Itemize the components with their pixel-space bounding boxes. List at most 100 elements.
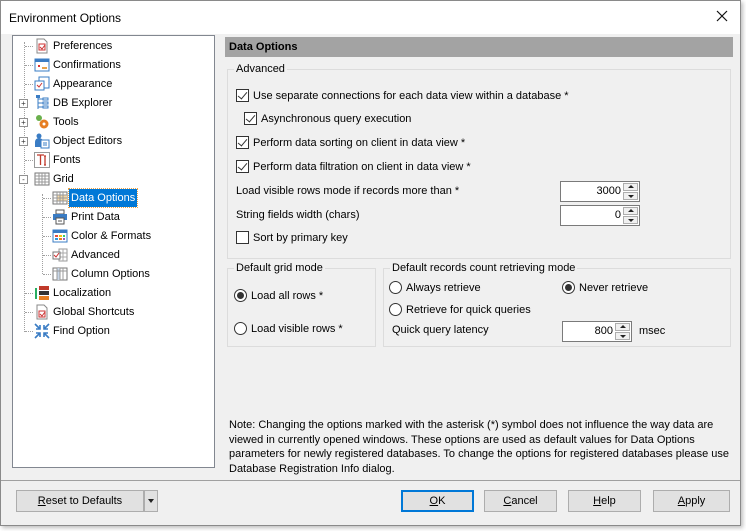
tree-item-label: Localization <box>53 287 112 299</box>
color-formats-icon <box>52 229 68 243</box>
tree-item-db-explorer[interactable]: + DB Explorer <box>13 94 213 112</box>
radio[interactable] <box>562 281 575 294</box>
tree-item-preferences[interactable]: Preferences <box>13 37 213 55</box>
tree-item-label: Data Options <box>67 188 139 208</box>
spinner-value[interactable]: 0 <box>615 206 621 225</box>
tree-item-advanced[interactable]: Advanced <box>13 246 213 264</box>
environment-options-dialog: Environment Options Preferences Confirma… <box>0 0 741 526</box>
tree-item-label: Find Option <box>53 325 110 337</box>
tree-item-confirmations[interactable]: Confirmations <box>13 56 213 74</box>
visible-rows-threshold-label: Load visible rows mode if records more t… <box>236 185 460 197</box>
tree-item-fonts[interactable]: Fonts <box>13 151 213 169</box>
checkbox-label: Perform data sorting on client in data v… <box>253 137 466 149</box>
help-button[interactable]: Help <box>568 490 641 512</box>
spin-up-button[interactable] <box>623 207 638 215</box>
localization-icon <box>35 286 49 300</box>
expand-toggle[interactable]: + <box>19 118 28 127</box>
radio[interactable] <box>389 303 402 316</box>
title-bar: Environment Options <box>1 1 740 34</box>
object-editors-icon <box>35 133 50 149</box>
checkbox-label: Use separate connections for each data v… <box>253 90 569 102</box>
checkbox-label: Asynchronous query execution <box>261 113 412 125</box>
collapse-toggle[interactable]: - <box>19 175 28 184</box>
tree-item-label: Object Editors <box>53 135 123 147</box>
tree-item-global-shortcuts[interactable]: Global Shortcuts <box>13 303 213 321</box>
spinner-value[interactable]: 800 <box>595 322 613 341</box>
global-shortcuts-icon <box>36 304 48 320</box>
tree-item-label: Confirmations <box>53 59 121 71</box>
confirmations-icon <box>34 58 50 72</box>
grid-icon <box>34 172 50 186</box>
string-width-spinner[interactable]: 0 <box>560 205 640 226</box>
radio[interactable] <box>389 281 402 294</box>
string-width-label: String fields width (chars) <box>236 209 360 221</box>
checkbox[interactable] <box>236 136 249 149</box>
quick-query-latency-label: Quick query latency <box>392 324 489 336</box>
preferences-icon <box>36 38 48 54</box>
radio[interactable] <box>234 322 247 335</box>
button-label: ancel <box>511 495 538 507</box>
page-header: Data Options <box>225 37 733 57</box>
footer-divider <box>1 480 740 481</box>
ok-button[interactable]: OK <box>401 490 474 512</box>
reset-dropdown-button[interactable] <box>144 490 158 512</box>
button-label: K <box>438 495 446 507</box>
spin-down-button[interactable] <box>623 192 638 200</box>
checkbox-label: Sort by primary key <box>253 232 348 244</box>
close-icon <box>716 10 728 22</box>
tree-item-appearance[interactable]: Appearance <box>13 75 213 93</box>
visible-rows-threshold-spinner[interactable]: 3000 <box>560 181 640 202</box>
latency-unit-label: msec <box>639 325 666 337</box>
tree-item-grid[interactable]: - Grid <box>13 170 213 188</box>
options-tree[interactable]: Preferences Confirmations Appearance + D… <box>12 35 215 468</box>
tree-item-column-options[interactable]: Column Options <box>13 265 213 283</box>
tree-item-label: Grid <box>53 173 74 185</box>
radio[interactable] <box>234 289 247 302</box>
appearance-icon <box>34 76 50 91</box>
find-option-icon <box>34 323 50 339</box>
checkbox[interactable] <box>244 112 257 125</box>
radio-label: Retrieve for quick queries <box>406 304 531 316</box>
radio-label: Load all rows * <box>251 290 324 302</box>
apply-button[interactable]: Apply <box>653 490 730 512</box>
reset-to-defaults-button[interactable]: Reset to Defaults <box>16 490 144 512</box>
window-title: Environment Options <box>9 11 122 25</box>
cancel-button[interactable]: Cancel <box>484 490 557 512</box>
close-button[interactable] <box>710 6 734 28</box>
tree-item-color-formats[interactable]: Color & Formats <box>13 227 213 245</box>
group-legend: Default grid mode <box>236 262 323 274</box>
expand-toggle[interactable]: + <box>19 137 28 146</box>
tree-item-print-data[interactable]: Print Data <box>13 208 213 226</box>
checkbox[interactable] <box>236 231 249 244</box>
accelerator: H <box>593 495 602 507</box>
spin-up-button[interactable] <box>615 323 630 331</box>
radio-label: Always retrieve <box>406 282 481 294</box>
tree-item-label: Advanced <box>71 249 120 261</box>
tree-item-object-editors[interactable]: + Object Editors <box>13 132 213 150</box>
tree-item-localization[interactable]: Localization <box>13 284 213 302</box>
tree-item-label: Appearance <box>53 78 113 90</box>
checkbox[interactable] <box>236 89 249 102</box>
expand-toggle[interactable]: + <box>19 99 28 108</box>
accelerator: R <box>37 495 46 507</box>
db-explorer-icon <box>36 95 49 109</box>
fonts-icon <box>34 152 50 168</box>
quick-query-latency-spinner[interactable]: 800 <box>562 321 632 342</box>
group-legend: Default records count retrieving mode <box>392 262 576 274</box>
tree-item-label: Global Shortcuts <box>53 306 135 318</box>
accelerator: O <box>429 495 439 507</box>
tree-item-find-option[interactable]: Find Option <box>13 322 213 340</box>
checkbox[interactable] <box>236 160 249 173</box>
spin-up-button[interactable] <box>623 183 638 191</box>
spinner-value[interactable]: 3000 <box>597 182 621 201</box>
tree-item-tools[interactable]: + Tools <box>13 113 213 131</box>
button-label: eset to Defaults <box>45 495 123 507</box>
checkbox-label: Perform data filtration on client in dat… <box>253 161 471 173</box>
radio-label: Never retrieve <box>579 282 649 294</box>
tree-item-label: Column Options <box>71 268 150 280</box>
spin-down-button[interactable] <box>615 332 630 340</box>
tree-item-label: Color & Formats <box>71 230 152 242</box>
column-options-icon <box>52 267 68 281</box>
tree-item-data-options[interactable]: Data Options <box>13 188 213 208</box>
spin-down-button[interactable] <box>623 216 638 224</box>
